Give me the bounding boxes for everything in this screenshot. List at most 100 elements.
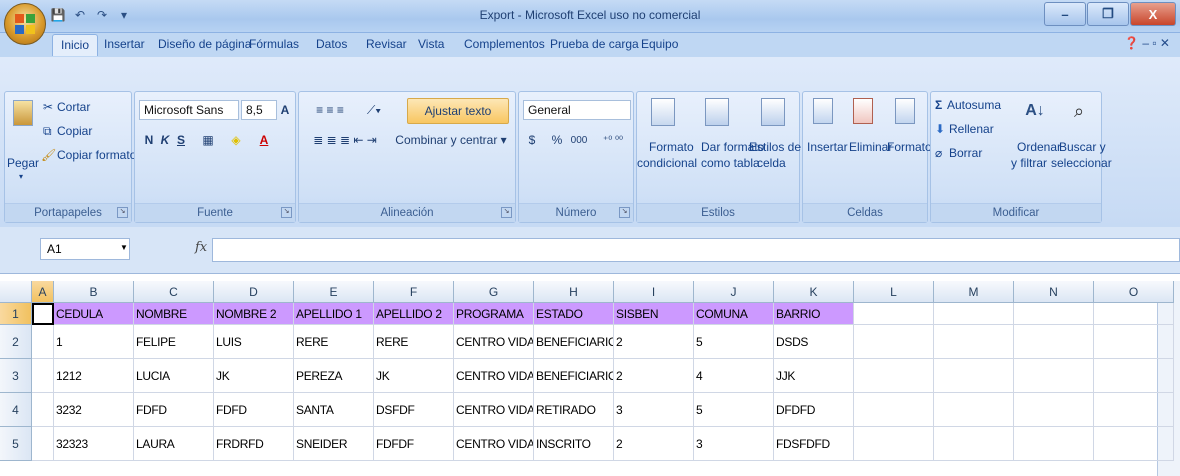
cell-f4[interactable]: DSFDF	[374, 393, 454, 427]
column-header-b[interactable]: B	[54, 281, 134, 303]
insert-cells-button[interactable]: Insertar	[807, 140, 848, 154]
borders-icon[interactable]: ▦	[199, 130, 217, 150]
cell-o5[interactable]	[1094, 427, 1174, 461]
dialog-launcher-icon[interactable]: ↘	[619, 207, 630, 218]
cell-i4[interactable]: 3	[614, 393, 694, 427]
tab-revisar[interactable]: Revisar	[366, 37, 407, 51]
cell-g2[interactable]: CENTRO VIDA	[454, 325, 534, 359]
currency-button[interactable]: $	[523, 130, 541, 150]
tab-prueba-carga[interactable]: Prueba de carga	[550, 37, 639, 51]
column-header-f[interactable]: F	[374, 281, 454, 303]
cell-l1[interactable]	[854, 303, 934, 325]
column-header-c[interactable]: C	[134, 281, 214, 303]
cell-i5[interactable]: 2	[614, 427, 694, 461]
cell-b3[interactable]: 1212	[54, 359, 134, 393]
cell-m1[interactable]	[934, 303, 1014, 325]
cell-d1[interactable]: NOMBRE 2	[214, 303, 294, 325]
tab-formulas[interactable]: Fórmulas	[249, 37, 299, 51]
column-header-o[interactable]: O	[1094, 281, 1174, 303]
cut-button[interactable]: Cortar	[57, 100, 90, 114]
cell-c2[interactable]: FELIPE	[134, 325, 214, 359]
cell-e1[interactable]: APELLIDO 1	[294, 303, 374, 325]
cell-o2[interactable]	[1094, 325, 1174, 359]
cell-g1[interactable]: PROGRAMA	[454, 303, 534, 325]
find-select-label-2[interactable]: seleccionar	[1051, 156, 1112, 170]
cell-k4[interactable]: DFDFD	[774, 393, 854, 427]
cell-a1[interactable]	[32, 303, 54, 325]
column-header-g[interactable]: G	[454, 281, 534, 303]
cell-h5[interactable]: INSCRITO	[534, 427, 614, 461]
grow-font-icon[interactable]: A	[275, 100, 295, 120]
tab-datos[interactable]: Datos	[316, 37, 347, 51]
cell-k5[interactable]: FDSFDFD	[774, 427, 854, 461]
column-header-e[interactable]: E	[294, 281, 374, 303]
row-header-4[interactable]: 4	[0, 393, 32, 427]
cell-n2[interactable]	[1014, 325, 1094, 359]
paste-dropdown-icon[interactable]: ▾	[19, 172, 23, 181]
dialog-launcher-icon[interactable]: ↘	[117, 207, 128, 218]
cell-e5[interactable]: SNEIDER	[294, 427, 374, 461]
row-header-3[interactable]: 3	[0, 359, 32, 393]
percent-button[interactable]: %	[549, 130, 565, 150]
cell-k2[interactable]: DSDS	[774, 325, 854, 359]
cell-d4[interactable]: FDFD	[214, 393, 294, 427]
dialog-launcher-icon[interactable]: ↘	[281, 207, 292, 218]
cell-a3[interactable]	[32, 359, 54, 393]
sort-filter-label[interactable]: Ordenar	[1017, 140, 1061, 154]
cell-d2[interactable]: LUIS	[214, 325, 294, 359]
cell-e3[interactable]: PEREZA	[294, 359, 374, 393]
format-painter-button[interactable]: Copiar formato	[57, 148, 136, 162]
column-header-i[interactable]: I	[614, 281, 694, 303]
cell-e4[interactable]: SANTA	[294, 393, 374, 427]
italic-button[interactable]: K	[157, 130, 173, 150]
tab-inicio[interactable]: Inicio	[52, 34, 99, 56]
cell-c5[interactable]: LAURA	[134, 427, 214, 461]
cell-d5[interactable]: FRDRFD	[214, 427, 294, 461]
cell-f5[interactable]: FDFDF	[374, 427, 454, 461]
cell-o3[interactable]	[1094, 359, 1174, 393]
wrap-text-button[interactable]: Ajustar texto	[407, 98, 509, 124]
cell-k1[interactable]: BARRIO	[774, 303, 854, 325]
font-size-select[interactable]: 8,5	[241, 100, 277, 120]
tab-complementos[interactable]: Complementos	[464, 37, 545, 51]
cell-d3[interactable]: JK	[214, 359, 294, 393]
cell-b1[interactable]: CEDULA	[54, 303, 134, 325]
merge-center-button[interactable]: Combinar y centrar ▾	[389, 130, 513, 150]
cell-o1[interactable]	[1094, 303, 1174, 325]
cell-h4[interactable]: RETIRADO	[534, 393, 614, 427]
cell-l4[interactable]	[854, 393, 934, 427]
cell-l2[interactable]	[854, 325, 934, 359]
find-select-label[interactable]: Buscar y	[1059, 140, 1106, 154]
row-header-1[interactable]: 1	[0, 303, 32, 325]
cell-f1[interactable]: APELLIDO 2	[374, 303, 454, 325]
orientation-icon[interactable]: ⟋▾	[359, 100, 389, 120]
office-button[interactable]	[4, 3, 46, 45]
paste-button[interactable]: Pegar	[7, 156, 39, 170]
column-header-h[interactable]: H	[534, 281, 614, 303]
column-header-l[interactable]: L	[854, 281, 934, 303]
cell-n3[interactable]	[1014, 359, 1094, 393]
column-header-d[interactable]: D	[214, 281, 294, 303]
column-header-k[interactable]: K	[774, 281, 854, 303]
cell-a4[interactable]	[32, 393, 54, 427]
cell-a2[interactable]	[32, 325, 54, 359]
cell-j2[interactable]: 5	[694, 325, 774, 359]
cell-a5[interactable]	[32, 427, 54, 461]
cell-f3[interactable]: JK	[374, 359, 454, 393]
tab-vista[interactable]: Vista	[418, 37, 444, 51]
cell-i3[interactable]: 2	[614, 359, 694, 393]
cell-m5[interactable]	[934, 427, 1014, 461]
cell-g4[interactable]: CENTRO VIDA	[454, 393, 534, 427]
name-box[interactable]: A1	[40, 238, 130, 260]
cell-styles-label[interactable]: Estilos de	[749, 140, 801, 154]
column-header-m[interactable]: M	[934, 281, 1014, 303]
cell-b2[interactable]: 1	[54, 325, 134, 359]
clear-button[interactable]: Borrar	[949, 146, 982, 160]
name-box-dropdown-icon[interactable]: ▼	[120, 243, 128, 252]
cell-l3[interactable]	[854, 359, 934, 393]
tab-diseno-pagina[interactable]: Diseño de página	[158, 37, 251, 51]
copy-button[interactable]: Copiar	[57, 124, 92, 138]
cell-c3[interactable]: LUCIA	[134, 359, 214, 393]
column-header-j[interactable]: J	[694, 281, 774, 303]
conditional-format-label-2[interactable]: condicional	[637, 156, 697, 170]
